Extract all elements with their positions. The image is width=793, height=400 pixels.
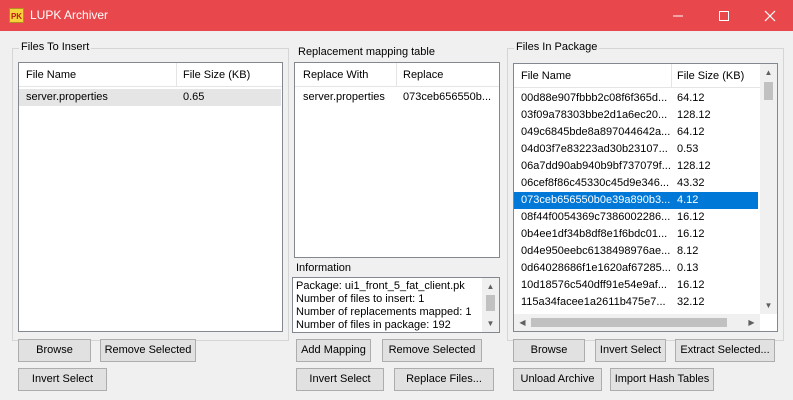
mapping-title: Replacement mapping table bbox=[298, 46, 435, 58]
column-header-file-name[interactable]: File Name bbox=[26, 69, 76, 81]
info-line: Package: ui1_front_5_fat_client.pk bbox=[296, 280, 465, 292]
column-header-replace-with[interactable]: Replace With bbox=[303, 69, 368, 81]
files-in-package-header: File Name File Size (KB) bbox=[514, 64, 760, 88]
package-item-size: 16.12 bbox=[677, 211, 705, 223]
package-item-name: 049c6845bde8a897044642a... bbox=[521, 126, 671, 138]
package-item-size: 16.12 bbox=[677, 228, 705, 240]
package-item-size: 32.12 bbox=[677, 296, 705, 308]
files-to-insert-header: File Name File Size (KB) bbox=[19, 63, 282, 87]
scroll-up-icon[interactable]: ▲ bbox=[760, 64, 777, 81]
mapping-invert-select-button[interactable]: Invert Select bbox=[296, 368, 384, 391]
package-item-size: 8.12 bbox=[677, 245, 699, 257]
insert-remove-selected-button[interactable]: Remove Selected bbox=[100, 339, 196, 362]
package-item-name: 04d03f7e83223ad30b23107... bbox=[521, 143, 668, 155]
app-logo-icon: PK bbox=[9, 8, 24, 23]
package-item-size: 43.32 bbox=[677, 177, 705, 189]
close-icon[interactable] bbox=[747, 0, 793, 31]
files-in-package-list[interactable]: File Name File Size (KB) 00d88e907fbbb2c… bbox=[513, 63, 778, 332]
window-title: LUPK Archiver bbox=[30, 8, 109, 22]
insert-invert-select-button[interactable]: Invert Select bbox=[18, 368, 107, 391]
info-line: Number of replacements mapped: 1 bbox=[296, 306, 472, 318]
package-item-name: 06a7dd90ab940b9bf737079f... bbox=[521, 160, 671, 172]
scroll-down-icon[interactable]: ▼ bbox=[482, 315, 499, 332]
package-item-name: 10d18576c540dff91e54e9af... bbox=[521, 279, 667, 291]
package-list-item[interactable]: 08f44f0054369c7386002286... 16.12 bbox=[514, 209, 758, 226]
package-item-name: 08f44f0054369c7386002286... bbox=[521, 211, 671, 223]
package-item-name: 06cef8f86c45330c45d9e346... bbox=[521, 177, 670, 189]
minimize-icon[interactable] bbox=[655, 0, 701, 31]
package-item-size: 64.12 bbox=[677, 92, 705, 104]
mapping-remove-selected-button[interactable]: Remove Selected bbox=[382, 339, 482, 362]
import-hash-tables-button[interactable]: Import Hash Tables bbox=[610, 368, 714, 391]
package-item-name: 0d4e950eebc6138498976ae... bbox=[521, 245, 671, 257]
info-line: Number of files to insert: 1 bbox=[296, 293, 425, 305]
package-item-name: 115a34facee1a2611b475e7... bbox=[521, 296, 666, 308]
scroll-right-icon[interactable]: ▶ bbox=[743, 314, 760, 331]
scroll-thumb[interactable] bbox=[764, 82, 773, 100]
package-item-size: 64.12 bbox=[677, 126, 705, 138]
package-list-item[interactable]: 03f09a78303bbe2d1a6ec20... 128.12 bbox=[514, 107, 758, 124]
package-browse-button[interactable]: Browse bbox=[513, 339, 585, 362]
package-vertical-scrollbar[interactable]: ▲ ▼ bbox=[760, 64, 777, 314]
package-item-name: 03f09a78303bbe2d1a6ec20... bbox=[521, 109, 668, 121]
package-list-item[interactable]: 073ceb656550b0e39a890b3... 4.12 bbox=[514, 192, 758, 209]
title-bar: PK LUPK Archiver bbox=[0, 0, 793, 31]
package-list-item[interactable]: 00d88e907fbbb2c08f6f365d... 64.12 bbox=[514, 90, 758, 107]
package-list-item[interactable]: 0d4e950eebc6138498976ae... 8.12 bbox=[514, 243, 758, 260]
info-scrollbar[interactable]: ▲ ▼ bbox=[482, 278, 499, 332]
package-item-size: 16.12 bbox=[677, 279, 705, 291]
package-horizontal-scrollbar[interactable]: ◀ ▶ bbox=[514, 314, 760, 331]
column-header-file-size[interactable]: File Size (KB) bbox=[183, 69, 250, 81]
package-item-size: 4.12 bbox=[677, 194, 699, 206]
package-list-item[interactable]: 10d18576c540dff91e54e9af... 16.12 bbox=[514, 277, 758, 294]
maximize-icon[interactable] bbox=[701, 0, 747, 31]
package-invert-select-button[interactable]: Invert Select bbox=[595, 339, 666, 362]
mapping-item-replace: 073ceb656550b... bbox=[403, 91, 492, 103]
files-to-insert-list[interactable]: File Name File Size (KB) server.properti… bbox=[18, 62, 283, 332]
package-list-item[interactable]: 115a34facee1a2611b475e7... 32.12 bbox=[514, 294, 758, 311]
mapping-list[interactable]: Replace With Replace server.properties 0… bbox=[294, 62, 500, 258]
list-item-size: 0.65 bbox=[183, 91, 205, 103]
add-mapping-button[interactable]: Add Mapping bbox=[296, 339, 371, 362]
mapping-item-with: server.properties bbox=[303, 91, 385, 103]
package-item-size: 128.12 bbox=[677, 160, 711, 172]
list-item[interactable]: server.properties 073ceb656550b... bbox=[295, 89, 499, 106]
list-item-name: server.properties bbox=[26, 91, 108, 103]
package-item-size: 0.13 bbox=[677, 262, 699, 274]
files-in-package-title: Files In Package bbox=[514, 41, 600, 53]
column-header-replace[interactable]: Replace bbox=[403, 69, 443, 81]
scroll-up-icon[interactable]: ▲ bbox=[482, 278, 499, 295]
unload-archive-button[interactable]: Unload Archive bbox=[513, 368, 602, 391]
column-header-file-size[interactable]: File Size (KB) bbox=[677, 70, 744, 82]
scroll-down-icon[interactable]: ▼ bbox=[760, 297, 777, 314]
package-list-item[interactable]: 04d03f7e83223ad30b23107... 0.53 bbox=[514, 141, 758, 158]
insert-browse-button[interactable]: Browse bbox=[18, 339, 91, 362]
files-to-insert-title: Files To Insert bbox=[19, 41, 92, 53]
scroll-thumb[interactable] bbox=[486, 295, 495, 311]
scroll-thumb[interactable] bbox=[531, 318, 727, 327]
column-header-file-name[interactable]: File Name bbox=[521, 70, 571, 82]
list-item[interactable]: server.properties 0.65 bbox=[19, 89, 281, 106]
package-list-item[interactable]: 0d64028686f1e1620af67285... 0.13 bbox=[514, 260, 758, 277]
replace-files-button[interactable]: Replace Files... bbox=[394, 368, 494, 391]
extract-selected-button[interactable]: Extract Selected... bbox=[675, 339, 775, 362]
information-textbox[interactable]: Package: ui1_front_5_fat_client.pk Numbe… bbox=[292, 277, 500, 333]
package-item-name: 00d88e907fbbb2c08f6f365d... bbox=[521, 92, 668, 104]
package-item-name: 0b4ee1df34b8df8e1f6bdc01... bbox=[521, 228, 668, 240]
info-line: Number of files in package: 192 bbox=[296, 319, 451, 331]
package-list-item[interactable]: 06a7dd90ab940b9bf737079f... 128.12 bbox=[514, 158, 758, 175]
scroll-left-icon[interactable]: ◀ bbox=[514, 314, 531, 331]
package-item-size: 128.12 bbox=[677, 109, 711, 121]
mapping-header: Replace With Replace bbox=[295, 63, 499, 87]
information-label: Information bbox=[296, 262, 352, 274]
package-item-size: 0.53 bbox=[677, 143, 699, 155]
package-list-item[interactable]: 06cef8f86c45330c45d9e346... 43.32 bbox=[514, 175, 758, 192]
package-list-item[interactable]: 0b4ee1df34b8df8e1f6bdc01... 16.12 bbox=[514, 226, 758, 243]
package-list-item[interactable]: 049c6845bde8a897044642a... 64.12 bbox=[514, 124, 758, 141]
package-item-name: 073ceb656550b0e39a890b3... bbox=[521, 194, 671, 206]
package-item-name: 0d64028686f1e1620af67285... bbox=[521, 262, 671, 274]
